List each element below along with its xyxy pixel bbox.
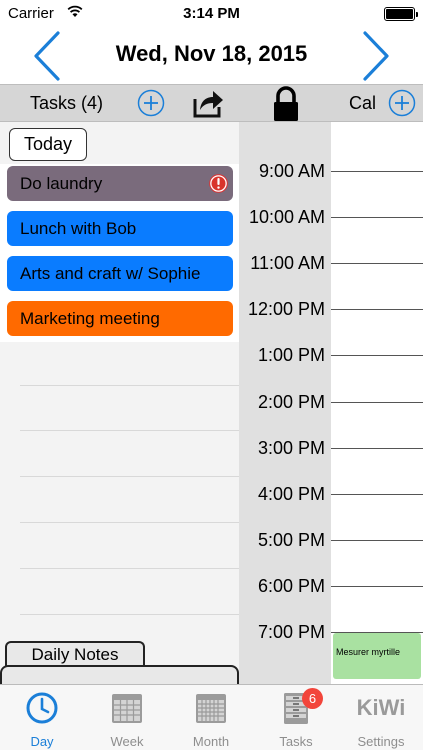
hour-line — [331, 494, 423, 495]
date-header: Wed, Nov 18, 2015 — [0, 28, 423, 84]
tab-bar: Day Week Month 6 Tasks KiWi Settings — [0, 684, 423, 750]
today-button[interactable]: Today — [9, 128, 87, 161]
share-icon[interactable] — [191, 87, 225, 119]
hour-line — [331, 540, 423, 541]
tab-label: Month — [192, 734, 230, 749]
hour-label: 12:00 PM — [247, 299, 325, 319]
tab-label: Day — [30, 734, 54, 749]
calendar-week-icon — [112, 694, 142, 723]
hour-line — [331, 171, 423, 172]
task-label: Arts and craft w/ Sophie — [20, 264, 201, 283]
clock-icon — [26, 692, 58, 724]
toolbar: Tasks (4) Cal — [0, 84, 423, 122]
lock-icon[interactable] — [271, 86, 301, 122]
note-line — [20, 568, 239, 569]
hour-label: 2:00 PM — [257, 392, 325, 412]
note-line — [20, 522, 239, 523]
calendar-month-icon — [196, 694, 226, 723]
hour-label: 4:00 PM — [257, 484, 325, 504]
task-list: Do laundry Lunch with Bob Arts and craft… — [0, 164, 239, 342]
task-item-arts-and-craft[interactable]: Arts and craft w/ Sophie — [7, 256, 233, 291]
tasks-count-label: Tasks (4) — [30, 93, 104, 113]
time-axis: 9:00 AM 10:00 AM 11:00 AM 12:00 PM 1:00 … — [239, 122, 331, 684]
calendar-event[interactable]: Mesurer myrtille — [333, 633, 421, 679]
hour-label: 7:00 PM — [257, 622, 325, 642]
note-line — [20, 385, 239, 386]
hour-label: 9:00 AM — [258, 161, 325, 181]
task-item-marketing-meeting[interactable]: Marketing meeting — [7, 301, 233, 336]
tab-label: Tasks — [279, 734, 313, 749]
task-item-lunch-with-bob[interactable]: Lunch with Bob — [7, 211, 233, 246]
add-task-button[interactable] — [137, 89, 165, 117]
next-day-button[interactable] — [355, 30, 395, 82]
hour-line — [331, 355, 423, 356]
tab-tasks[interactable]: 6 Tasks — [254, 685, 338, 750]
tasks-badge: 6 — [302, 688, 323, 709]
hour-line — [331, 217, 423, 218]
task-item-do-laundry[interactable]: Do laundry — [7, 166, 233, 201]
daily-notes-area[interactable] — [0, 665, 239, 684]
hour-label: 1:00 PM — [257, 345, 325, 365]
tab-label: Settings — [357, 734, 405, 749]
note-line — [20, 476, 239, 477]
task-label: Lunch with Bob — [20, 219, 137, 238]
hour-label: 5:00 PM — [257, 530, 325, 550]
status-time: 3:14 PM — [183, 5, 240, 22]
hour-label: 11:00 AM — [250, 253, 325, 273]
task-label: Marketing meeting — [20, 309, 160, 328]
hour-line — [331, 309, 423, 310]
tab-month[interactable]: Month — [169, 685, 253, 750]
alert-icon — [209, 174, 228, 193]
tab-label: Week — [110, 734, 144, 749]
cal-label: Cal — [349, 93, 377, 113]
kiwi-logo: KiWi — [356, 695, 406, 720]
hour-label: 10:00 AM — [248, 207, 325, 227]
tab-week[interactable]: Week — [85, 685, 169, 750]
task-label: Do laundry — [20, 174, 103, 193]
hour-label: 3:00 PM — [257, 438, 325, 458]
calendar-day-column[interactable]: Mesurer myrtille — [331, 122, 423, 684]
add-event-button[interactable] — [388, 89, 416, 117]
daily-notes-tab[interactable]: Daily Notes — [5, 641, 145, 667]
hour-line — [331, 586, 423, 587]
hour-line — [331, 263, 423, 264]
hour-line — [331, 402, 423, 403]
hour-label: 6:00 PM — [257, 576, 325, 596]
status-bar: Carrier 3:14 PM — [0, 0, 423, 28]
tab-day[interactable]: Day — [0, 685, 84, 750]
hour-line — [331, 448, 423, 449]
tasks-panel: Today Do laundry Lunch with Bob Arts and… — [0, 122, 239, 684]
tab-settings[interactable]: KiWi Settings — [339, 685, 423, 750]
battery-icon — [384, 7, 418, 21]
note-line — [20, 430, 239, 431]
note-line — [20, 614, 239, 615]
